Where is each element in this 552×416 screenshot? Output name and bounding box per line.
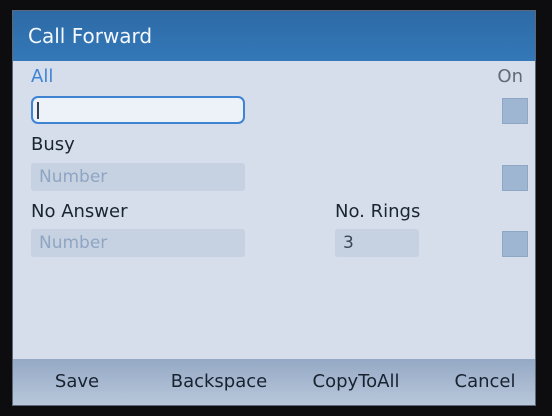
cancel-softkey[interactable]: Cancel <box>445 371 525 392</box>
forward-all-on-checkbox[interactable] <box>502 98 528 124</box>
no-answer-number-placeholder: Number <box>39 233 108 253</box>
copy-to-all-softkey[interactable]: CopyToAll <box>299 371 413 392</box>
busy-number-placeholder: Number <box>39 167 108 187</box>
phone-screen: Call Forward All On Busy Number No Answe… <box>12 10 536 406</box>
no-answer-label: No Answer <box>31 201 128 222</box>
forward-all-number-field[interactable] <box>31 96 245 124</box>
busy-number-field[interactable]: Number <box>31 163 245 191</box>
no-rings-field[interactable]: 3 <box>335 229 419 257</box>
no-rings-value: 3 <box>343 233 354 253</box>
backspace-softkey[interactable]: Backspace <box>163 371 275 392</box>
save-softkey[interactable]: Save <box>47 371 107 392</box>
page-title: Call Forward <box>28 24 153 48</box>
title-bar: Call Forward <box>13 11 535 61</box>
on-column-label: On <box>497 66 523 87</box>
no-rings-label: No. Rings <box>335 201 421 222</box>
softkey-bar: Save Backspace CopyToAll Cancel <box>13 359 535 405</box>
text-cursor <box>37 102 39 119</box>
all-label: All <box>31 66 54 87</box>
no-answer-number-field[interactable]: Number <box>31 229 245 257</box>
busy-on-checkbox[interactable] <box>502 165 528 191</box>
no-answer-on-checkbox[interactable] <box>502 231 528 257</box>
busy-label: Busy <box>31 134 75 155</box>
